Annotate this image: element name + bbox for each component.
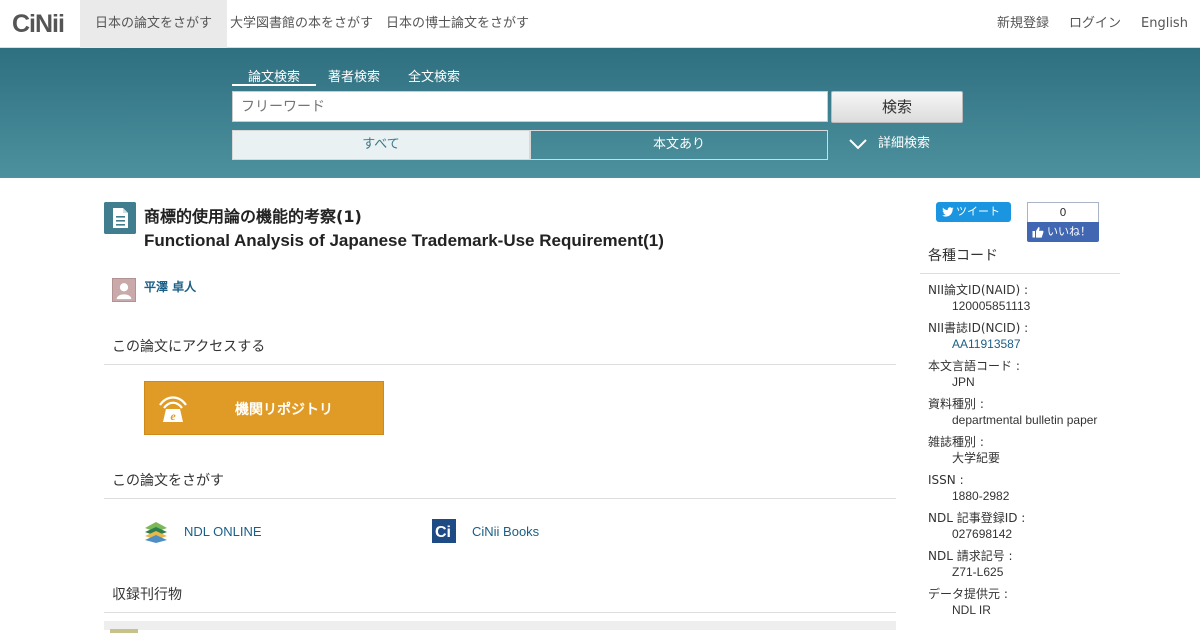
- twitter-bird-icon: [942, 207, 954, 217]
- thumbs-up-icon: [1032, 227, 1044, 238]
- advanced-search-toggle[interactable]: 詳細検索: [848, 132, 930, 156]
- document-icon: [104, 202, 136, 234]
- article-title-en: Functional Analysis of Japanese Trademar…: [144, 231, 664, 250]
- filter-all[interactable]: すべて: [232, 130, 530, 160]
- like-label: いいね！: [1047, 225, 1091, 238]
- code-item: NDL 請求記号 : Z71-L625: [928, 548, 1013, 580]
- journal-heading: 収録刊行物: [104, 585, 896, 613]
- access-heading: この論文にアクセスする: [104, 337, 896, 365]
- search-input[interactable]: [232, 91, 828, 122]
- svg-text:Ci: Ci: [435, 524, 451, 541]
- code-item: 資料種別 : departmental bulletin paper: [928, 396, 1097, 428]
- code-value-link[interactable]: AA11913587: [928, 336, 1028, 352]
- code-key: NDL 記事登録ID :: [928, 511, 1026, 525]
- nav-tab-books[interactable]: 大学図書館の本をさがす: [215, 0, 388, 48]
- code-key: 資料種別 :: [928, 397, 984, 411]
- advanced-search-label: 詳細検索: [878, 136, 931, 151]
- like-count: 0: [1027, 202, 1099, 223]
- code-item: ISSN : 1880-2982: [928, 472, 1009, 504]
- code-value: Z71-L625: [952, 565, 1004, 579]
- code-item: NII論文ID(NAID) : 120005851113: [928, 282, 1030, 314]
- code-item: NII書誌ID(NCID) : AA11913587: [928, 320, 1028, 352]
- code-value: 120005851113: [952, 299, 1031, 313]
- language-link[interactable]: English: [1141, 0, 1188, 48]
- code-key: 雑誌種別 :: [928, 435, 984, 449]
- code-item: データ提供元 : NDL IR: [928, 586, 1008, 618]
- author-link[interactable]: 平澤 卓人: [144, 278, 196, 295]
- code-key: NII論文ID(NAID) :: [928, 283, 1029, 297]
- code-item: 本文言語コード : JPN: [928, 358, 1020, 390]
- search-band: 論文検索 著者検索 全文検索 検索 すべて 本文あり 詳細検索: [0, 48, 1200, 178]
- tab-author-search[interactable]: 著者検索: [328, 66, 380, 86]
- code-value: 027698142: [952, 527, 1013, 541]
- code-item: 雑誌種別 : 大学紀要: [928, 434, 1000, 466]
- login-link[interactable]: ログイン: [1069, 0, 1121, 48]
- codes-heading: 各種コード: [920, 246, 1120, 274]
- code-key: データ提供元 :: [928, 587, 1008, 601]
- like-button[interactable]: いいね！: [1027, 222, 1099, 242]
- code-value: departmental bulletin paper: [952, 413, 1098, 427]
- tab-article-search[interactable]: 論文検索: [232, 66, 317, 86]
- code-key: 本文言語コード :: [928, 359, 1020, 373]
- register-link[interactable]: 新規登録: [997, 0, 1049, 48]
- nav-tab-articles[interactable]: 日本の論文をさがす: [80, 0, 228, 48]
- svg-text:e: e: [170, 409, 176, 423]
- cinii-books-label: CiNii Books: [472, 524, 540, 539]
- code-value: 1880-2982: [952, 489, 1010, 503]
- code-key: ISSN :: [928, 473, 964, 487]
- cinii-logo[interactable]: CiNii: [12, 10, 65, 39]
- cinii-books-icon: Ci: [432, 519, 456, 543]
- filter-fulltext[interactable]: 本文あり: [530, 130, 828, 160]
- code-item: NDL 記事登録ID : 027698142: [928, 510, 1025, 542]
- nav-tab-dissertations[interactable]: 日本の博士論文をさがす: [371, 0, 544, 48]
- author-avatar-icon: [112, 278, 136, 302]
- code-key: NDL 請求記号 :: [928, 549, 1013, 563]
- code-key: NII書誌ID(NCID) :: [928, 321, 1029, 335]
- journal-row[interactable]: [104, 621, 896, 633]
- chevron-down-icon: [849, 139, 867, 150]
- ndl-online-icon: [145, 522, 167, 543]
- tweet-label: ツイート: [956, 205, 1000, 218]
- code-value: 大学紀要: [952, 451, 1001, 465]
- ndl-online-label: NDL ONLINE: [184, 524, 262, 539]
- repository-icon: e: [159, 396, 187, 423]
- article-title-ja: 商標的使用論の機能的考察(1): [144, 207, 362, 226]
- tweet-button[interactable]: ツイート: [936, 202, 1011, 222]
- search-button[interactable]: 検索: [831, 91, 963, 123]
- tab-fulltext-search[interactable]: 全文検索: [408, 66, 460, 86]
- code-value: JPN: [952, 375, 975, 389]
- repository-label: 機関リポジトリ: [235, 402, 333, 418]
- code-value: NDL IR: [952, 603, 991, 617]
- institutional-repository-button[interactable]: e 機関リポジトリ: [144, 381, 384, 435]
- find-heading: この論文をさがす: [104, 471, 896, 499]
- top-navbar: CiNii 日本の論文をさがす 大学図書館の本をさがす 日本の博士論文をさがす …: [0, 0, 1200, 48]
